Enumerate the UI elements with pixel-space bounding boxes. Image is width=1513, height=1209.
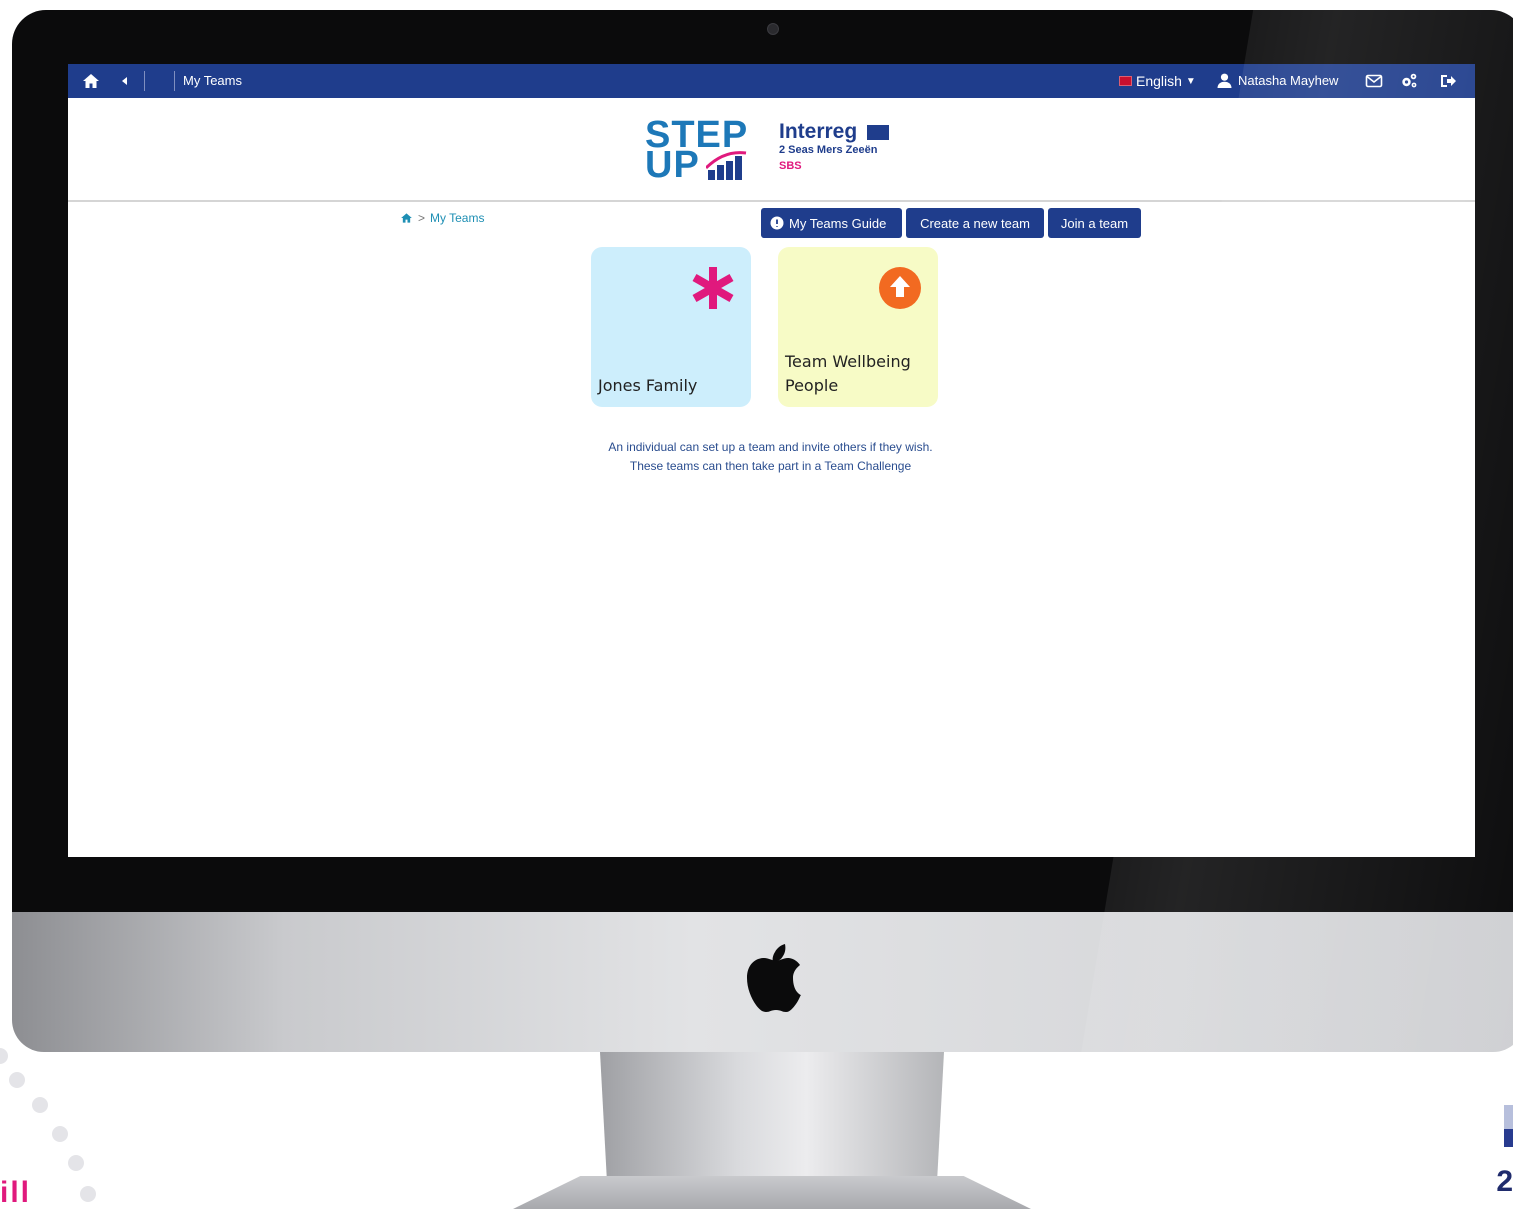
arrow-up-circle-icon (879, 267, 921, 309)
decorative-dot (80, 1186, 96, 1202)
step-up-chart-icon (705, 151, 746, 180)
top-navigation-bar: My Teams English ▼ Natasha Mayhew (68, 64, 1475, 98)
corner-logo-bar (1504, 1105, 1513, 1129)
info-icon (770, 216, 784, 230)
user-name: Natasha Mayhew (1238, 73, 1339, 88)
brand-fragment: ill (0, 1176, 32, 1209)
user-menu[interactable]: Natasha Mayhew (1217, 73, 1338, 88)
teams-info-text: An individual can set up a team and invi… (608, 440, 933, 473)
settings-gears-icon[interactable] (1400, 72, 1418, 90)
home-icon[interactable] (82, 72, 100, 90)
camera-icon (767, 23, 779, 35)
logo-header: STEP UP Interreg 2 Seas Mers Zeeën SBS (68, 98, 1475, 202)
decorative-dot (52, 1126, 68, 1142)
asterisk-icon (692, 267, 734, 309)
corner-logo-bar (1504, 1129, 1513, 1147)
decorative-dot (32, 1097, 48, 1113)
decorative-dot (9, 1072, 25, 1088)
apple-logo-icon (747, 944, 801, 1012)
team-name: Jones Family (598, 376, 698, 395)
join-team-button[interactable]: Join a team (1048, 208, 1141, 238)
team-name: Team Wellbeing People (785, 352, 911, 395)
step-up-logo: STEP UP (645, 114, 749, 186)
breadcrumb-current[interactable]: My Teams (430, 211, 484, 225)
uk-flag-icon (1119, 76, 1132, 86)
create-team-button[interactable]: Create a new team (906, 208, 1044, 238)
language-label: English (1136, 73, 1182, 89)
team-card-wellbeing-people[interactable]: Team Wellbeing People (778, 247, 938, 407)
app-screen: My Teams English ▼ Natasha Mayhew STEP U… (68, 64, 1475, 857)
monitor-stand (600, 1052, 944, 1180)
back-icon[interactable] (116, 72, 134, 90)
monitor-stand-base (513, 1176, 1031, 1209)
mail-icon[interactable] (1365, 72, 1383, 90)
eu-flag-icon (867, 124, 890, 140)
interreg-logo: Interreg 2 Seas Mers Zeeën SBS (779, 120, 890, 175)
team-card-jones-family[interactable]: Jones Family (591, 247, 751, 407)
corner-logo-fragment: 2 (1496, 1165, 1513, 1198)
breadcrumb-separator: > (418, 211, 426, 225)
my-teams-guide-button[interactable]: My Teams Guide (761, 208, 902, 238)
caret-down-icon: ▼ (1185, 75, 1196, 87)
language-selector[interactable]: English ▼ (1119, 73, 1196, 89)
user-icon (1217, 73, 1232, 88)
decorative-dot (68, 1155, 84, 1171)
decorative-dot (0, 1048, 8, 1064)
divider (174, 71, 175, 91)
divider (144, 71, 145, 91)
page-title: My Teams (183, 73, 242, 88)
breadcrumb: > My Teams (400, 211, 484, 225)
logout-icon[interactable] (1439, 72, 1457, 90)
breadcrumb-home-icon[interactable] (400, 212, 413, 224)
